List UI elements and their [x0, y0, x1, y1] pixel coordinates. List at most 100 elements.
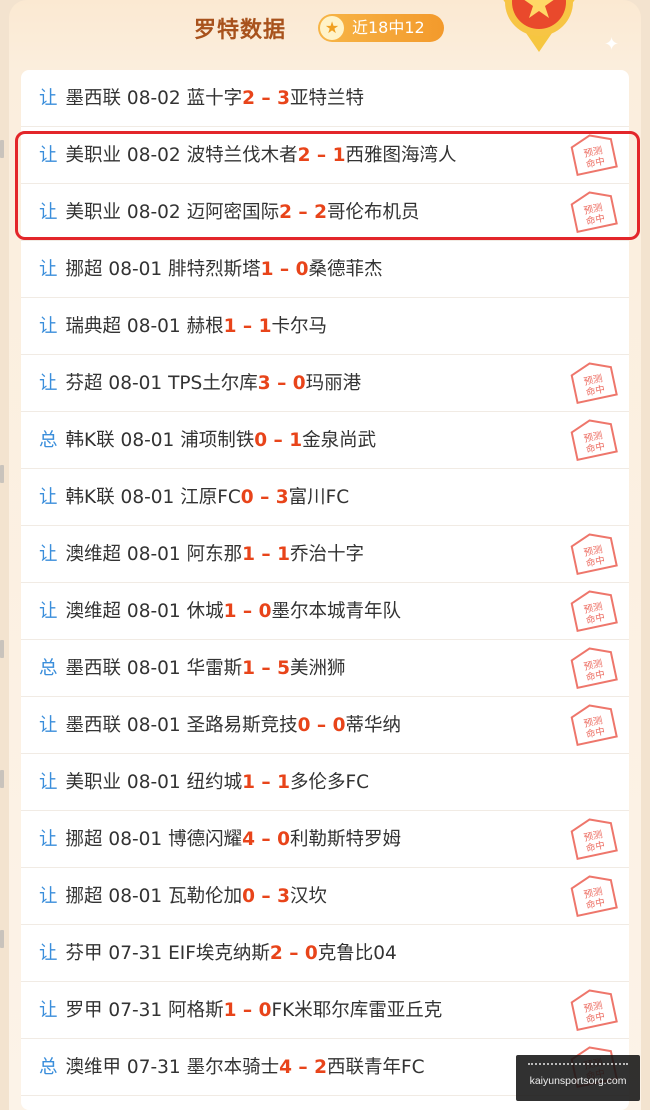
match-date: 08-01	[108, 886, 163, 907]
edge-mark	[0, 770, 4, 788]
bet-type: 让	[39, 487, 58, 508]
home-team: 纽约城	[186, 772, 243, 793]
edge-mark	[0, 930, 4, 948]
match-row[interactable]: 让挪超 08-01 博德闪耀4 – 0利勒斯特罗姆 预测 命中	[21, 811, 629, 868]
highlight-box	[15, 131, 640, 240]
away-score: 1	[258, 316, 272, 337]
match-row[interactable]: 让挪超 08-01 瓦勒伦加0 – 3汉坎 预测 命中	[21, 868, 629, 925]
home-score: 1	[242, 658, 255, 679]
match-date: 08-01	[108, 373, 163, 394]
score-separator: –	[236, 1000, 259, 1021]
watermark: kaiyunsportsorg.com	[516, 1055, 640, 1101]
match-row[interactable]: 让芬超 08-01 TPS土尔库3 – 0玛丽港 预测 命中	[21, 355, 629, 412]
score-separator: –	[254, 886, 278, 907]
watermark-dots	[528, 1063, 628, 1071]
home-score: 4	[279, 1057, 292, 1078]
league-name: 罗甲	[65, 1000, 103, 1021]
medal-icon	[503, 0, 575, 52]
away-team: 蒂华纳	[345, 715, 401, 736]
league-name: 韩K联	[65, 487, 115, 508]
match-row[interactable]: 总墨西联 08-01 华雷斯1 – 5美洲狮 预测 命中	[21, 640, 629, 697]
match-row[interactable]: 让澳维超 08-01 休城1 – 0墨尔本城青年队 预测 命中	[21, 583, 629, 640]
away-score: 0	[295, 259, 309, 280]
match-row[interactable]: 让芬甲 07-31 EIF埃克纳斯2 – 0克鲁比04	[21, 925, 629, 982]
home-score: 2	[269, 943, 283, 964]
match-row[interactable]: 让墨西联 08-02 蓝十字2 – 3亚特兰特	[21, 70, 629, 127]
match-row[interactable]: 让美职业 08-01 纽约城1 – 1多伦多FC	[21, 754, 629, 811]
edge-mark	[0, 640, 4, 658]
score-separator: –	[254, 772, 278, 793]
match-date: 08-01	[126, 658, 181, 679]
league-name: 墨西联	[65, 715, 122, 736]
away-score: 0	[258, 1000, 272, 1021]
match-line: 总韩K联 08-01 浦项制铁0 – 1金泉尚武	[39, 412, 376, 469]
bet-type: 让	[39, 886, 58, 907]
home-score: 1	[223, 601, 237, 622]
match-line: 让墨西联 08-01 圣路易斯竞技0 – 0蒂华纳	[39, 697, 401, 754]
match-line: 让芬超 08-01 TPS土尔库3 – 0玛丽港	[39, 355, 361, 412]
home-score: 1	[242, 544, 255, 565]
score-separator: –	[254, 658, 278, 679]
match-row[interactable]: 让瑞典超 08-01 赫根1 – 1卡尔马	[21, 298, 629, 355]
match-date: 08-01	[126, 316, 181, 337]
away-team: 乔治十字	[289, 544, 364, 565]
sparkle-icon: ✦	[604, 34, 620, 55]
away-team: 金泉尚武	[302, 430, 377, 451]
bet-type: 总	[39, 1057, 58, 1078]
match-line: 总墨西联 08-01 华雷斯1 – 5美洲狮	[39, 640, 346, 697]
watermark-text: kaiyunsportsorg.com	[529, 1075, 627, 1087]
match-date: 08-01	[108, 829, 163, 850]
bet-type: 让	[39, 88, 58, 109]
match-row[interactable]: 让澳维超 08-01 阿东那1 – 1乔治十字 预测 命中	[21, 526, 629, 583]
league-name: 澳维甲	[65, 1057, 122, 1078]
away-score: 0	[292, 373, 306, 394]
home-score: 1	[223, 1000, 237, 1021]
edge-mark	[0, 465, 4, 483]
match-line: 让挪超 08-01 博德闪耀4 – 0利勒斯特罗姆	[39, 811, 401, 868]
match-row[interactable]: 让罗甲 07-31 阿格斯1 – 0FK米耶尔库雷亚丘克 预测 命中	[21, 982, 629, 1039]
away-team: 多伦多FC	[289, 772, 370, 793]
prediction-hit-stamp: 预测命中	[570, 989, 618, 1032]
match-row[interactable]: 总韩K联 08-01 浦项制铁0 – 1金泉尚武 预测 命中	[21, 412, 629, 469]
home-score: 1	[260, 259, 274, 280]
home-team: 浦项制铁	[180, 430, 255, 451]
home-team: 墨尔本骑士	[186, 1057, 280, 1078]
prediction-hit-stamp: 预测命中	[570, 875, 618, 918]
match-row[interactable]: 让韩K联 08-01 江原FC0 – 3富川FC	[21, 469, 629, 526]
away-score: 0	[332, 715, 346, 736]
score-separator: –	[254, 544, 278, 565]
away-team: 西联青年FC	[326, 1057, 425, 1078]
league-name: 澳维超	[65, 601, 122, 622]
match-row[interactable]: 让挪超 08-01 腓特烈斯塔1 – 0桑德菲杰	[21, 241, 629, 298]
home-team: 阿格斯	[168, 1000, 224, 1021]
prediction-hit-stamp: 预测命中	[570, 533, 618, 576]
away-score: 0	[277, 829, 290, 850]
match-date: 08-01	[126, 772, 181, 793]
match-line: 让澳维超 08-01 休城1 – 0墨尔本城青年队	[39, 583, 401, 640]
score-separator: –	[253, 487, 276, 508]
away-team: 卡尔马	[271, 316, 327, 337]
match-line: 让韩K联 08-01 江原FC0 – 3富川FC	[39, 469, 349, 526]
home-team: 蓝十字	[186, 88, 243, 109]
header: 罗特数据 ★ 近18中12 ✦	[0, 0, 650, 62]
away-team: FK米耶尔库雷亚丘克	[271, 1000, 443, 1021]
away-score: 0	[258, 601, 272, 622]
match-line: 总澳维甲 07-31 墨尔本骑士4 – 2西联青年FC	[39, 1039, 425, 1096]
away-team: 汉坎	[289, 886, 327, 907]
hit-rate-badge: ★ 近18中12	[318, 14, 444, 42]
bet-type: 总	[39, 430, 58, 451]
away-team: 玛丽港	[305, 373, 362, 394]
away-score: 1	[277, 544, 290, 565]
league-name: 美职业	[65, 772, 122, 793]
match-date: 07-31	[126, 1057, 181, 1078]
prediction-hit-stamp: 预测命中	[570, 704, 618, 747]
score-separator: –	[254, 829, 278, 850]
home-score: 0	[242, 886, 255, 907]
away-score: 2	[314, 1057, 327, 1078]
hit-rate-text: 近18中12	[352, 18, 425, 37]
match-line: 让澳维超 08-01 阿东那1 – 1乔治十字	[39, 526, 364, 583]
away-score: 5	[277, 658, 290, 679]
league-name: 瑞典超	[65, 316, 122, 337]
match-row[interactable]: 让墨西联 08-01 圣路易斯竞技0 – 0蒂华纳 预测 命中	[21, 697, 629, 754]
home-team: 华雷斯	[186, 658, 243, 679]
